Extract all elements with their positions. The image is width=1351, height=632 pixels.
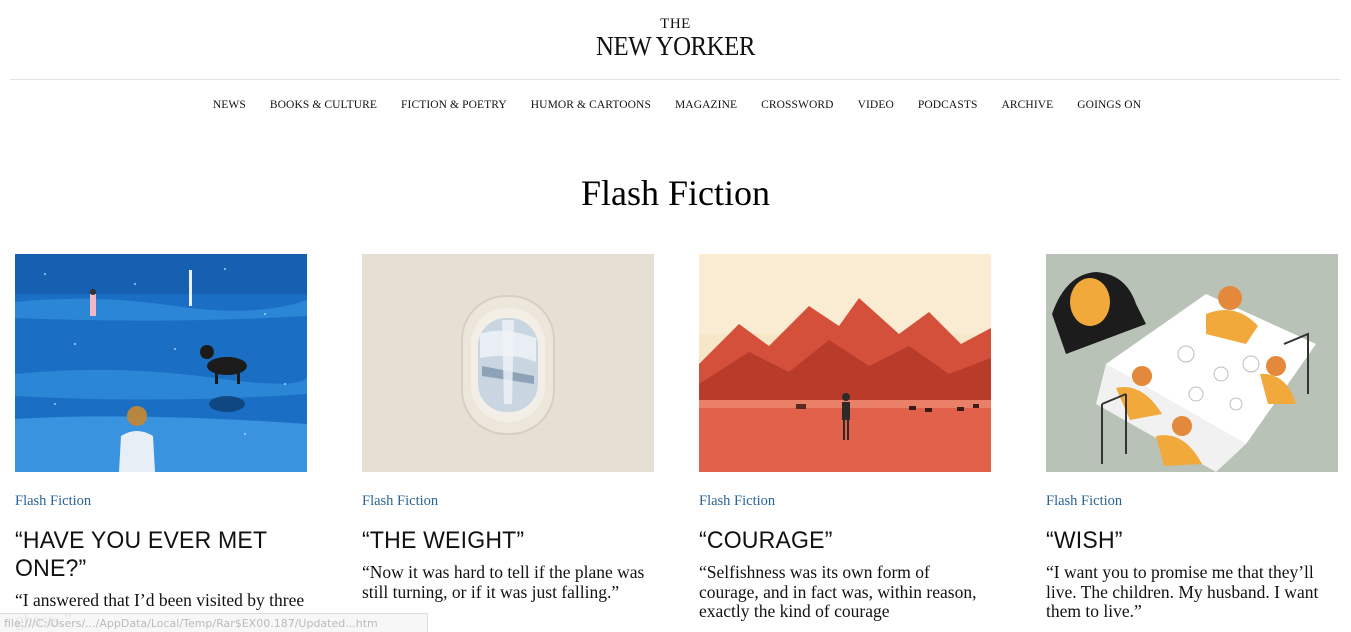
nav-humor-cartoons[interactable]: HUMOR & CARTOONS: [531, 98, 651, 112]
rubric-link[interactable]: Flash Fiction: [1046, 493, 1338, 510]
story-headline[interactable]: “The Weight”: [362, 527, 642, 555]
story-image-dinner-table[interactable]: [1046, 254, 1338, 472]
airplane-window-illustration: [362, 254, 654, 472]
rubric-link[interactable]: Flash Fiction: [15, 493, 307, 510]
dinner-table-illustration: [1046, 254, 1338, 472]
story-headline[interactable]: “Courage”: [699, 527, 979, 555]
story-headline[interactable]: “Wish”: [1046, 527, 1326, 555]
story-image-red-mountains[interactable]: [699, 254, 991, 472]
story-dek: “I want you to promise me that they’ll l…: [1046, 562, 1319, 621]
story-headline[interactable]: “Have You Ever Met One?”: [15, 527, 295, 583]
nav-archive[interactable]: ARCHIVE: [1001, 98, 1053, 112]
logo-the: THE: [660, 16, 691, 32]
story-card: Flash Fiction “Have You Ever Met One?” “…: [15, 254, 307, 630]
story-card: Flash Fiction “Courage” “Selfishness was…: [699, 254, 991, 622]
story-card: Flash Fiction “The Weight” “Now it was h…: [362, 254, 654, 602]
rubric-link[interactable]: Flash Fiction: [699, 493, 991, 510]
nav-video[interactable]: VIDEO: [858, 98, 894, 112]
nav-goings-on[interactable]: GOINGS ON: [1077, 98, 1141, 112]
story-image-airplane-window[interactable]: [362, 254, 654, 472]
red-mountains-illustration: [699, 254, 991, 472]
nav-books-culture[interactable]: BOOKS & CULTURE: [270, 98, 377, 112]
browser-status-bar: file:///C:/Users/.../AppData/Local/Temp/…: [0, 613, 428, 632]
new-yorker-logo[interactable]: THE NEW YORKER: [0, 16, 1351, 60]
masthead: THE NEW YORKER: [0, 0, 1351, 80]
nav-fiction-poetry[interactable]: FICTION & POETRY: [401, 98, 507, 112]
rubric-link[interactable]: Flash Fiction: [362, 493, 654, 510]
story-dek: “Selfishness was its own form of courage…: [699, 562, 977, 621]
story-dek: “Now it was hard to tell if the plane wa…: [362, 562, 645, 602]
nav-news[interactable]: NEWS: [213, 98, 246, 112]
nav-magazine[interactable]: MAGAZINE: [675, 98, 737, 112]
nav-podcasts[interactable]: PODCASTS: [918, 98, 978, 112]
nav-crossword[interactable]: CROSSWORD: [761, 98, 833, 112]
story-card: Flash Fiction “Wish” “I want you to prom…: [1046, 254, 1338, 622]
page-title: Flash Fiction: [580, 173, 771, 213]
story-image-night-ice[interactable]: [15, 254, 307, 472]
header-divider: [10, 79, 1340, 80]
logo-name: NEW YORKER: [596, 31, 755, 61]
main-nav: NEWS BOOKS & CULTURE FICTION & POETRY HU…: [0, 98, 1351, 112]
night-ice-illustration: [15, 254, 307, 472]
